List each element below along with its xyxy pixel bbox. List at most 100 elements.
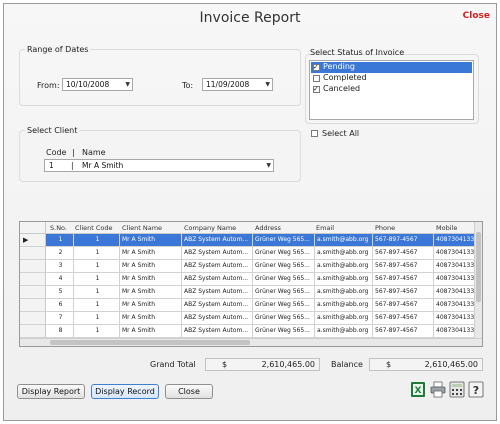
table-cell[interactable]: Mr A Smith (120, 312, 182, 325)
row-header[interactable]: ▶ (20, 234, 46, 247)
table-cell[interactable]: 1 (74, 312, 120, 325)
table-cell[interactable]: 4 (46, 273, 74, 286)
table-cell[interactable]: 567-897-4567 (373, 286, 434, 299)
close-link[interactable]: Close (463, 11, 490, 21)
table-cell[interactable]: ABZ System Autom... (182, 234, 253, 247)
table-cell[interactable]: a.smith@abb.org (315, 299, 373, 312)
table-cell[interactable]: Grüner Weg 565... (253, 247, 315, 260)
table-cell[interactable]: 4087304133 (434, 247, 476, 260)
table-row[interactable]: 6 1 Mr A Smith ABZ System Autom... Grüner We… (20, 299, 476, 312)
table-cell[interactable]: 2 (46, 247, 74, 260)
column-header-mobile[interactable]: Mobile (436, 222, 476, 234)
table-row[interactable]: ▶ 1 1 Mr A Smith ABZ System Autom... Grüner W… (20, 234, 476, 247)
table-cell[interactable]: ABZ System Autom... (182, 299, 253, 312)
table-row[interactable]: 7 1 Mr A Smith ABZ System Autom... Grüner We… (20, 312, 476, 325)
table-cell[interactable]: 567-897-4567 (373, 325, 434, 338)
vertical-scrollbar[interactable] (474, 222, 482, 340)
row-header[interactable] (20, 260, 46, 273)
row-header[interactable] (20, 273, 46, 286)
status-item-canceled[interactable]: Canceled (311, 84, 472, 95)
table-cell[interactable]: 4087304133 (434, 286, 476, 299)
table-cell[interactable]: a.smith@abb.org (315, 312, 373, 325)
column-header-address[interactable]: Address (255, 222, 295, 234)
table-cell[interactable]: 1 (74, 273, 120, 286)
checkbox-unchecked[interactable] (311, 130, 318, 137)
table-cell[interactable]: 5 (46, 286, 74, 299)
table-cell[interactable]: ABZ System Autom... (182, 325, 253, 338)
row-header[interactable] (20, 325, 46, 338)
close-button[interactable]: Close (165, 384, 213, 399)
table-cell[interactable]: Grüner Weg 565... (253, 325, 315, 338)
table-row[interactable]: 8 1 Mr A Smith ABZ System Autom... Grüner We… (20, 325, 476, 338)
table-cell[interactable]: 1 (74, 299, 120, 312)
column-header-company-name[interactable]: Company Name (184, 222, 244, 234)
table-cell[interactable]: Grüner Weg 565... (253, 312, 315, 325)
table-cell[interactable]: Mr A Smith (120, 260, 182, 273)
table-cell[interactable]: 567-897-4567 (373, 299, 434, 312)
table-cell[interactable]: 4087304133 (434, 260, 476, 273)
display-record-button[interactable]: Display Record (91, 384, 159, 399)
printer-icon[interactable] (430, 381, 446, 398)
table-cell[interactable]: a.smith@abb.org (315, 234, 373, 247)
table-cell[interactable]: ABZ System Autom... (182, 273, 253, 286)
table-cell[interactable]: 4087304133 (434, 273, 476, 286)
client-select[interactable]: 1 | Mr A Smith ▼ (44, 159, 274, 172)
table-cell[interactable]: 3 (46, 260, 74, 273)
table-cell[interactable]: Mr A Smith (120, 299, 182, 312)
table-cell[interactable]: 1 (74, 234, 120, 247)
status-item-completed[interactable]: Completed (311, 73, 472, 84)
column-header-client-code[interactable]: Client Code (75, 222, 115, 234)
table-row[interactable]: 3 1 Mr A Smith ABZ System Autom... Grüner We… (20, 260, 476, 273)
table-cell[interactable]: 7 (46, 312, 74, 325)
table-cell[interactable]: Mr A Smith (120, 286, 182, 299)
column-header-email[interactable]: Email (316, 222, 356, 234)
table-cell[interactable]: Grüner Weg 565... (253, 273, 315, 286)
table-cell[interactable]: ABZ System Autom... (182, 312, 253, 325)
table-cell[interactable]: 4087304133 (434, 234, 476, 247)
table-cell[interactable]: 4087304133 (434, 299, 476, 312)
column-header-sno[interactable]: S.No. (50, 222, 74, 234)
table-cell[interactable]: 1 (74, 286, 120, 299)
checkbox-checked[interactable] (313, 84, 320, 94)
table-cell[interactable]: 567-897-4567 (373, 260, 434, 273)
row-header[interactable] (20, 299, 46, 312)
from-date-picker[interactable]: 10/10/2008 ▼ (62, 78, 133, 91)
table-cell[interactable]: 567-897-4567 (373, 234, 434, 247)
calculator-icon[interactable] (449, 381, 465, 398)
table-cell[interactable]: a.smith@abb.org (315, 273, 373, 286)
table-cell[interactable]: Mr A Smith (120, 273, 182, 286)
table-row[interactable]: 5 1 Mr A Smith ABZ System Autom... Grüner We… (20, 286, 476, 299)
table-cell[interactable]: 1 (74, 325, 120, 338)
table-cell[interactable]: 567-897-4567 (373, 273, 434, 286)
table-cell[interactable]: Mr A Smith (120, 234, 182, 247)
table-row[interactable]: 2 1 Mr A Smith ABZ System Autom... Grüner We… (20, 247, 476, 260)
column-header-client-name[interactable]: Client Name (122, 222, 172, 234)
table-row[interactable]: 4 1 Mr A Smith ABZ System Autom... Grüner We… (20, 273, 476, 286)
row-header[interactable] (20, 312, 46, 325)
table-cell[interactable]: 6 (46, 299, 74, 312)
select-all-checkbox[interactable] (309, 129, 319, 139)
excel-icon[interactable]: X (410, 381, 426, 398)
table-cell[interactable]: 1 (74, 247, 120, 260)
help-icon[interactable]: ? (468, 381, 484, 398)
table-cell[interactable]: a.smith@abb.org (315, 286, 373, 299)
table-cell[interactable]: ABZ System Autom... (182, 286, 253, 299)
table-cell[interactable]: Grüner Weg 565... (253, 260, 315, 273)
table-cell[interactable]: 4087304133 (434, 312, 476, 325)
checkbox-checked[interactable] (313, 62, 320, 72)
table-cell[interactable]: Grüner Weg 565... (253, 299, 315, 312)
scroll-thumb[interactable] (50, 340, 250, 345)
table-cell[interactable]: 567-897-4567 (373, 247, 434, 260)
table-cell[interactable]: Grüner Weg 565... (253, 234, 315, 247)
checkbox-unchecked[interactable] (313, 75, 320, 82)
table-cell[interactable]: ABZ System Autom... (182, 247, 253, 260)
display-report-button[interactable]: Display Report (17, 384, 85, 399)
table-cell[interactable]: 1 (46, 234, 74, 247)
table-cell[interactable]: a.smith@abb.org (315, 325, 373, 338)
table-cell[interactable]: Mr A Smith (120, 325, 182, 338)
table-cell[interactable]: 1 (74, 260, 120, 273)
table-cell[interactable]: a.smith@abb.org (315, 260, 373, 273)
table-cell[interactable]: 8 (46, 325, 74, 338)
horizontal-scrollbar[interactable] (20, 338, 482, 346)
table-cell[interactable]: a.smith@abb.org (315, 247, 373, 260)
